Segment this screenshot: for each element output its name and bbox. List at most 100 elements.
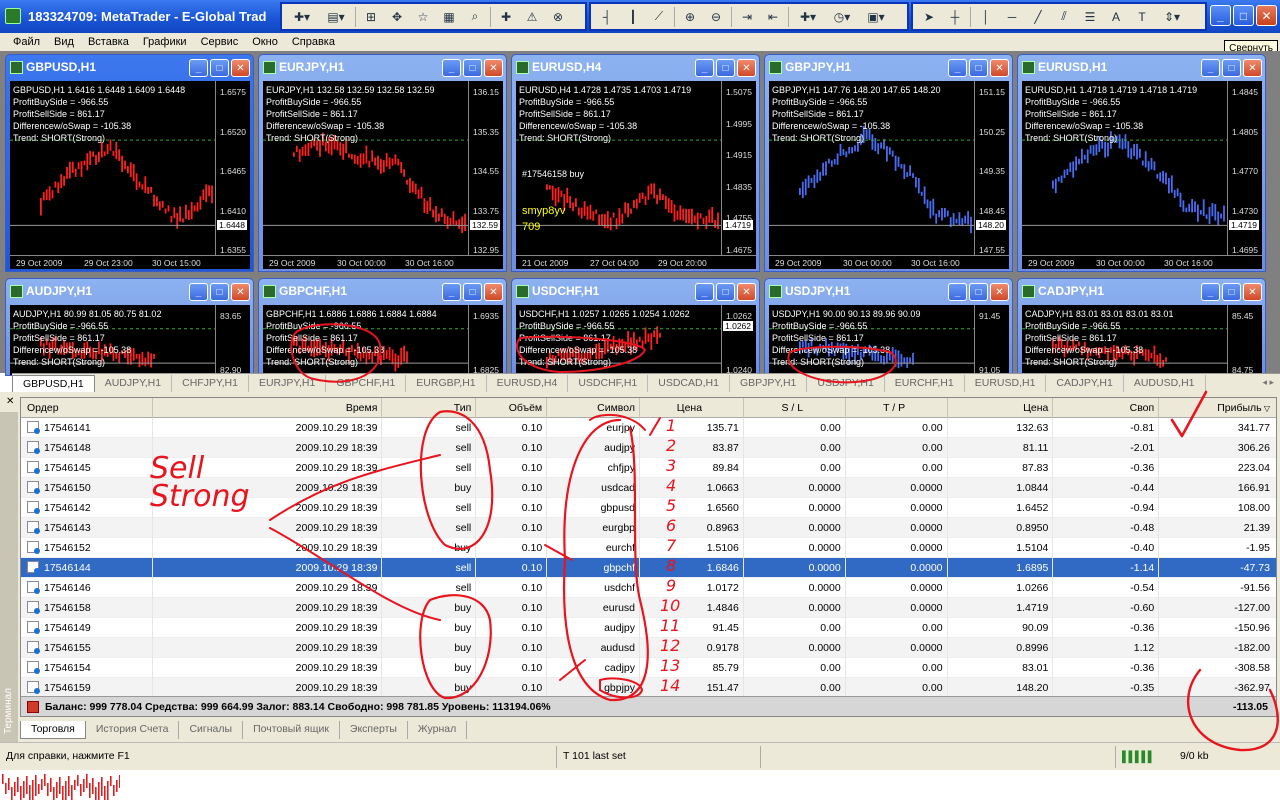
- price-chart[interactable]: EURJPY,H1 132.58 132.59 132.58 132.59 Pro…: [263, 81, 503, 269]
- terminal-tab[interactable]: Сигналы: [179, 721, 244, 739]
- minimize-icon[interactable]: _: [1201, 283, 1220, 301]
- chart-window[interactable]: CADJPY,H1 _ □ ✕ CADJPY,H1 83.01 83.01 83.01 …: [1017, 278, 1266, 376]
- minimize-icon[interactable]: _: [442, 59, 461, 77]
- maximize-icon[interactable]: □: [463, 59, 482, 77]
- templates-icon[interactable]: ▣▾: [861, 6, 891, 28]
- table-row[interactable]: 17546150 2009.10.29 18:39 buy 0.10 usdcad 1.0…: [21, 478, 1276, 498]
- menu-item-3[interactable]: Графики: [136, 36, 194, 48]
- strategy-tester-icon[interactable]: ⌕: [464, 6, 486, 28]
- price-chart[interactable]: EURUSD,H4 1.4728 1.4735 1.4703 1.4719 Pro…: [516, 81, 756, 269]
- periods-icon[interactable]: ◷▾: [827, 6, 857, 28]
- text-icon[interactable]: A: [1105, 6, 1127, 28]
- column-header[interactable]: Тип: [382, 398, 477, 418]
- warning-icon[interactable]: ⚠: [521, 6, 543, 28]
- terminal-tab[interactable]: Журнал: [408, 721, 468, 739]
- column-header[interactable]: Объём: [476, 398, 548, 418]
- close-icon[interactable]: ✕: [737, 283, 756, 301]
- table-row[interactable]: 17546144 2009.10.29 18:39 sell 0.10 gbpchf 1.…: [21, 558, 1276, 578]
- table-row[interactable]: 17546155 2009.10.29 18:39 buy 0.10 audusd 0.9…: [21, 638, 1276, 658]
- navigator-icon[interactable]: ✥: [386, 6, 408, 28]
- zoom-in-icon[interactable]: ⊕: [679, 6, 701, 28]
- arrows-icon[interactable]: ⇕▾: [1157, 6, 1187, 28]
- minimize-icon[interactable]: _: [189, 283, 208, 301]
- table-row[interactable]: 17546149 2009.10.29 18:39 buy 0.10 audjpy 91.…: [21, 618, 1276, 638]
- table-row[interactable]: 17546145 2009.10.29 18:39 sell 0.10 chfjpy 89…: [21, 458, 1276, 478]
- new-order-icon[interactable]: ✚: [495, 6, 517, 28]
- market-watch-icon[interactable]: ⊞: [360, 6, 382, 28]
- chart-tab[interactable]: GBPJPY,H1: [730, 375, 808, 392]
- chart-tab[interactable]: CHFJPY,H1: [172, 375, 249, 392]
- terminal-tab[interactable]: Почтовый ящик: [243, 721, 340, 739]
- chart-window[interactable]: AUDJPY,H1 _ □ ✕ AUDJPY,H1 80.99 81.05 80.75 …: [5, 278, 254, 376]
- column-header[interactable]: Цена: [640, 398, 744, 418]
- menu-item-1[interactable]: Вид: [47, 36, 81, 48]
- candle-chart-icon[interactable]: ┃: [622, 6, 644, 28]
- terminal-close-icon[interactable]: ✕: [6, 396, 14, 407]
- price-chart[interactable]: GBPCHF,H1 1.6886 1.6886 1.6884 1.6884 Pro…: [263, 305, 503, 375]
- maximize-icon[interactable]: □: [210, 283, 229, 301]
- close-icon[interactable]: ✕: [990, 59, 1009, 77]
- new-chart-icon[interactable]: ✚▾: [287, 6, 317, 28]
- fibonacci-icon[interactable]: ☰: [1079, 6, 1101, 28]
- table-row[interactable]: 17546148 2009.10.29 18:39 sell 0.10 audjpy 83…: [21, 438, 1276, 458]
- maximize-icon[interactable]: □: [1222, 59, 1241, 77]
- maximize-icon[interactable]: □: [969, 59, 988, 77]
- chart-tab[interactable]: CADJPY,H1: [1046, 375, 1124, 392]
- column-header[interactable]: Время: [153, 398, 383, 418]
- line-chart-icon[interactable]: ⟋: [648, 6, 670, 28]
- terminal-tab[interactable]: История Счета: [86, 721, 180, 739]
- terminal-tab[interactable]: Торговля: [20, 721, 86, 739]
- column-header[interactable]: Ордер: [21, 398, 153, 418]
- chart-tab[interactable]: EURGBP,H1: [406, 375, 487, 392]
- menu-item-0[interactable]: Файл: [6, 36, 47, 48]
- maximize-icon[interactable]: □: [716, 283, 735, 301]
- maximize-icon[interactable]: □: [210, 59, 229, 77]
- minimize-icon[interactable]: _: [695, 283, 714, 301]
- close-icon[interactable]: ✕: [484, 59, 503, 77]
- menu-item-4[interactable]: Сервис: [194, 36, 246, 48]
- price-chart[interactable]: CADJPY,H1 83.01 83.01 83.01 83.01 ProfitB…: [1022, 305, 1262, 375]
- chart-window[interactable]: EURJPY,H1 _ □ ✕ EURJPY,H1 132.58 132.59 132.…: [258, 54, 507, 272]
- close-icon[interactable]: ✕: [231, 59, 250, 77]
- chart-window[interactable]: EURUSD,H1 _ □ ✕ EURUSD,H1 1.4718 1.4719 1.47…: [1017, 54, 1266, 272]
- menu-item-5[interactable]: Окно: [245, 36, 285, 48]
- minimize-icon[interactable]: _: [189, 59, 208, 77]
- chart-tab[interactable]: USDJPY,H1: [807, 375, 885, 392]
- chart-tab[interactable]: EURUSD,H1: [965, 375, 1047, 392]
- minimize-icon[interactable]: _: [695, 59, 714, 77]
- chart-tab[interactable]: EURJPY,H1: [249, 375, 327, 392]
- close-icon[interactable]: ✕: [1243, 59, 1262, 77]
- price-chart[interactable]: USDCHF,H1 1.0257 1.0265 1.0254 1.0262 Pro…: [516, 305, 756, 375]
- menu-item-2[interactable]: Вставка: [81, 36, 136, 48]
- chart-tab[interactable]: USDCAD,H1: [648, 375, 730, 392]
- maximize-icon[interactable]: □: [969, 283, 988, 301]
- price-chart[interactable]: AUDJPY,H1 80.99 81.05 80.75 81.02 ProfitB…: [10, 305, 250, 375]
- cursor-icon[interactable]: ➤: [918, 6, 940, 28]
- table-row[interactable]: 17546143 2009.10.29 18:39 sell 0.10 eurgbp 0.…: [21, 518, 1276, 538]
- maximize-icon[interactable]: □: [1222, 283, 1241, 301]
- bar-chart-icon[interactable]: ┤: [596, 6, 618, 28]
- price-chart[interactable]: EURUSD,H1 1.4718 1.4719 1.4718 1.4719 Pro…: [1022, 81, 1262, 269]
- close-icon[interactable]: ✕: [1243, 283, 1262, 301]
- column-header[interactable]: Прибыль ▽: [1159, 398, 1276, 418]
- column-header[interactable]: Символ: [547, 398, 641, 418]
- close-icon[interactable]: ✕: [484, 283, 503, 301]
- maximize-icon[interactable]: □: [716, 59, 735, 77]
- close-icon[interactable]: ✕: [990, 283, 1009, 301]
- price-chart[interactable]: GBPUSD,H1 1.6416 1.6448 1.6409 1.6448 Pro…: [10, 81, 250, 269]
- chart-window[interactable]: USDCHF,H1 _ □ ✕ USDCHF,H1 1.0257 1.0265 1.02…: [511, 278, 760, 376]
- chart-window[interactable]: GBPJPY,H1 _ □ ✕ GBPJPY,H1 147.76 148.20 147.…: [764, 54, 1013, 272]
- table-row[interactable]: 17546159 2009.10.29 18:39 buy 0.10 gbpjpy 151…: [21, 678, 1276, 698]
- chart-window[interactable]: GBPCHF,H1 _ □ ✕ GBPCHF,H1 1.6886 1.6886 1.68…: [258, 278, 507, 376]
- column-header[interactable]: T / P: [846, 398, 948, 418]
- chart-tab[interactable]: GBPUSD,H1: [12, 375, 95, 392]
- chart-tab[interactable]: AUDUSD,H1: [1124, 375, 1206, 392]
- close-icon[interactable]: ✕: [231, 283, 250, 301]
- price-chart[interactable]: GBPJPY,H1 147.76 148.20 147.65 148.20 Pro…: [769, 81, 1009, 269]
- chart-window[interactable]: USDJPY,H1 _ □ ✕ USDJPY,H1 90.00 90.13 89.96 …: [764, 278, 1013, 376]
- table-row[interactable]: 17546142 2009.10.29 18:39 sell 0.10 gbpusd 1.…: [21, 498, 1276, 518]
- profiles-icon[interactable]: ▤▾: [321, 6, 351, 28]
- close-icon[interactable]: ✕: [1256, 5, 1277, 26]
- maximize-icon[interactable]: □: [1233, 5, 1254, 26]
- maximize-icon[interactable]: □: [463, 283, 482, 301]
